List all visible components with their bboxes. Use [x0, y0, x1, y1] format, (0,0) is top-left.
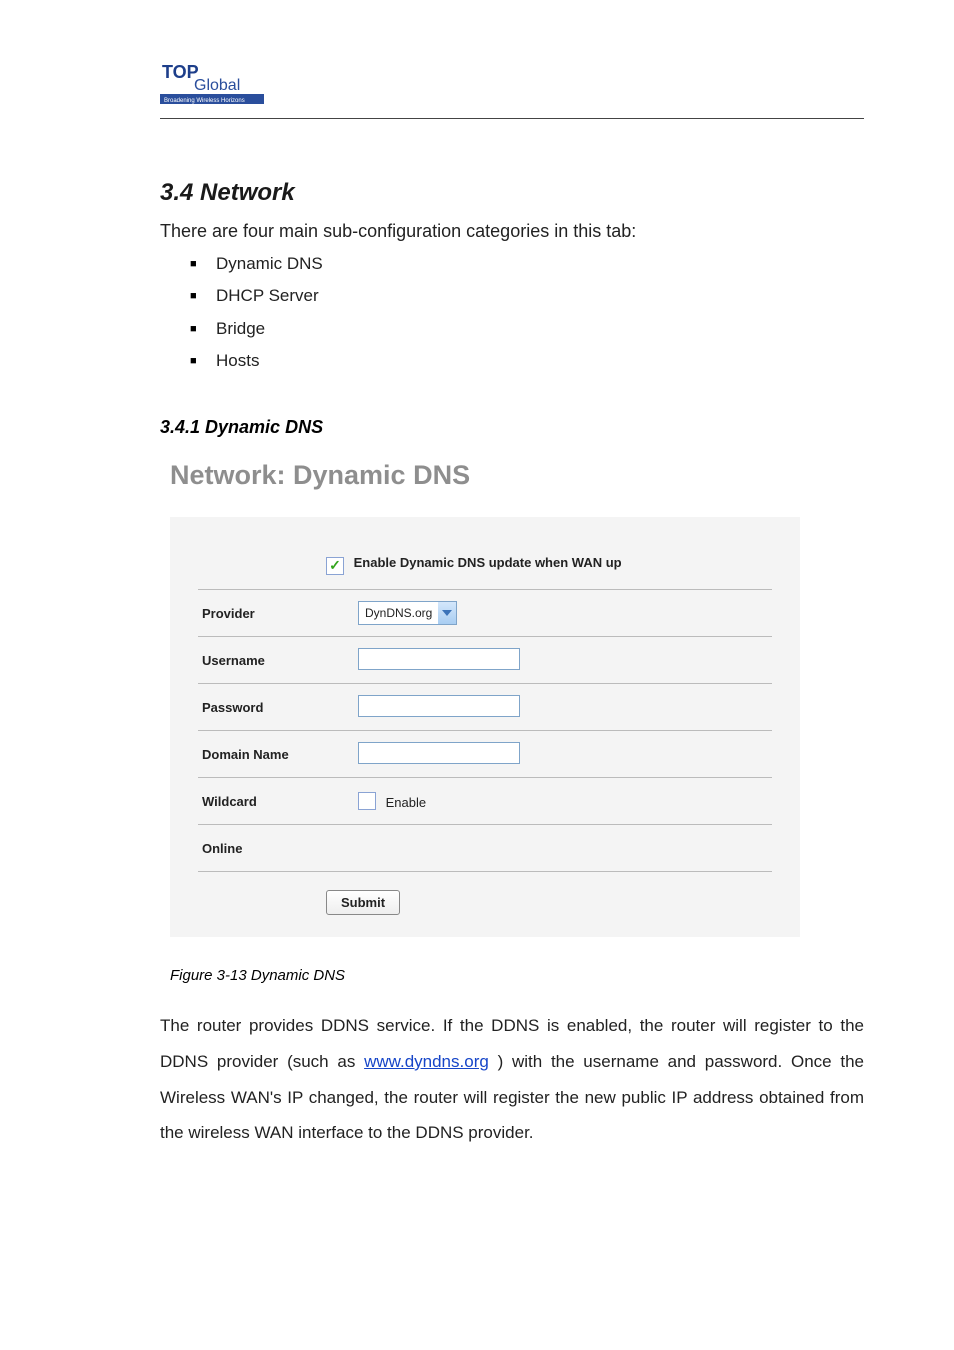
list-item: Dynamic DNS: [190, 248, 864, 280]
section-intro: There are four main sub-configuration ca…: [160, 221, 864, 242]
provider-value: DynDNS.org: [359, 606, 438, 620]
list-item: Hosts: [190, 345, 864, 377]
password-input[interactable]: [358, 695, 520, 717]
username-label: Username: [198, 653, 352, 668]
subsection-title: 3.4.1 Dynamic DNS: [160, 417, 864, 438]
provider-select[interactable]: DynDNS.org: [358, 601, 457, 625]
provider-link[interactable]: www.dyndns.org: [364, 1052, 489, 1071]
enable-row: Enable Dynamic DNS update when WAN up: [170, 539, 800, 589]
enable-label: Enable Dynamic DNS update when WAN up: [354, 555, 622, 570]
wildcard-option: Enable: [386, 795, 426, 810]
online-label: Online: [198, 841, 352, 856]
domain-name-input[interactable]: [358, 742, 520, 764]
brand-logo: TOP Global Broadening Wireless Horizons: [160, 60, 864, 106]
ddns-panel: Enable Dynamic DNS update when WAN up Pr…: [170, 517, 800, 937]
body-paragraph: The router provides DDNS service. If the…: [160, 1008, 864, 1151]
domain-name-label: Domain Name: [198, 747, 352, 762]
svg-text:Global: Global: [194, 77, 240, 94]
wildcard-checkbox[interactable]: [358, 792, 376, 810]
chevron-down-icon: [438, 602, 456, 624]
provider-label: Provider: [198, 606, 352, 621]
header-divider: [160, 118, 864, 119]
submit-button[interactable]: Submit: [326, 890, 400, 915]
list-item: DHCP Server: [190, 280, 864, 312]
figure-caption: Figure 3-13 Dynamic DNS: [170, 967, 864, 984]
enable-checkbox[interactable]: [326, 557, 344, 575]
wildcard-label: Wildcard: [198, 794, 352, 809]
tab-list: Dynamic DNS DHCP Server Bridge Hosts: [190, 248, 864, 377]
panel-title: Network: Dynamic DNS: [170, 460, 864, 491]
section-title: 3.4 Network: [160, 179, 864, 207]
svg-text:Broadening Wireless Horizons: Broadening Wireless Horizons: [164, 98, 245, 104]
list-item: Bridge: [190, 313, 864, 345]
username-input[interactable]: [358, 648, 520, 670]
password-label: Password: [198, 700, 352, 715]
